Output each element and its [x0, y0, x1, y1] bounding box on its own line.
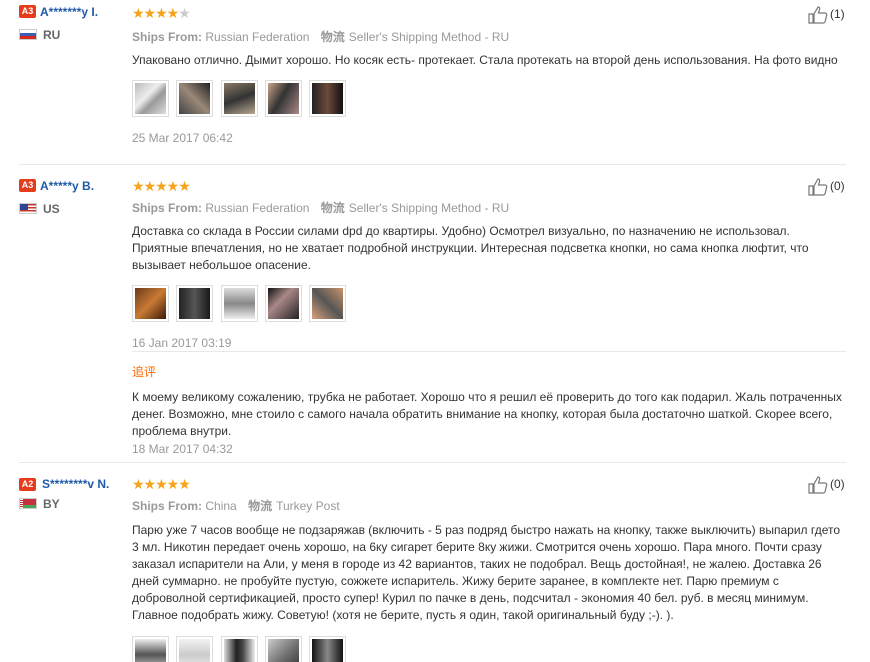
shipping-info: Ships From: Russian Federation 物流 Seller'…: [132, 28, 852, 45]
ships-from-value: China: [205, 499, 237, 513]
reviewer-info: A3 A*******y I. RU: [19, 4, 129, 42]
helpful-count: (0): [830, 179, 845, 194]
flag-us-icon: [19, 202, 37, 214]
ships-from-value: Russian Federation: [205, 201, 310, 215]
review-photo-thumbnail[interactable]: [132, 80, 169, 117]
reviewer-info: A3 A*****y B. US: [19, 178, 129, 216]
ships-from-label: Ships From:: [132, 201, 203, 215]
review-photo-thumbnail[interactable]: [132, 285, 169, 322]
helpful-button[interactable]: (0): [808, 178, 845, 196]
review-photo-thumbnail[interactable]: [309, 636, 347, 662]
reviewer-name[interactable]: A*******y I.: [40, 5, 98, 19]
appended-review-text: К моему великому сожалению, трубка не ра…: [132, 390, 842, 438]
thumbs-up-icon: [808, 178, 828, 196]
review-photo-thumbnail[interactable]: [265, 285, 303, 322]
country-code: US: [43, 201, 60, 216]
review-photo-thumbnail[interactable]: [176, 285, 214, 322]
review-body: ★★★★★ Ships From: Russian Federation 物流 S…: [132, 6, 852, 145]
review-3: A2 S********v N. BY ★★★★★ Ships From: Chi…: [0, 476, 870, 662]
reviewer-country: RU: [19, 28, 129, 42]
reviewer-name[interactable]: A*****y B.: [40, 179, 94, 193]
review-body: ★★★★★ Ships From: China 物流 Turkey Post Па…: [132, 477, 852, 662]
shipping-info: Ships From: China 物流 Turkey Post: [132, 497, 852, 514]
reviewer-info: A2 S********v N. BY: [19, 476, 129, 511]
rating-stars: ★★★★★: [132, 476, 191, 492]
review-photo-thumbnail[interactable]: [132, 636, 169, 662]
flag-ru-icon: [19, 28, 37, 40]
shipping-method-label: 物流: [248, 499, 273, 513]
shipping-method-value: Seller's Shipping Method - RU: [348, 201, 510, 215]
review-photo-thumbnail[interactable]: [265, 636, 303, 662]
appended-review-label: 追评: [132, 365, 157, 379]
review-text: Парю уже 7 часов вообще не подзаряжав (в…: [132, 523, 841, 622]
reviewer-name[interactable]: S********v N.: [42, 476, 122, 492]
rating-stars: ★★★★★: [132, 178, 191, 194]
thumbs-up-icon: [808, 6, 828, 24]
review-photo-thumbnail[interactable]: [176, 636, 214, 662]
level-badge: A3: [19, 5, 36, 19]
ships-from-label: Ships From:: [132, 30, 203, 44]
ships-from-value: Russian Federation: [205, 30, 310, 44]
shipping-method-value: Seller's Shipping Method - RU: [348, 30, 510, 44]
helpful-button[interactable]: (1): [808, 6, 845, 24]
reviewer-country: BY: [19, 497, 129, 511]
ships-from-label: Ships From:: [132, 499, 203, 513]
divider: [19, 462, 846, 463]
shipping-info: Ships From: Russian Federation 物流 Seller'…: [132, 199, 852, 216]
review-2: A3 A*****y B. US ★★★★★ Ships From: Russia…: [0, 178, 870, 458]
appended-review: 追评 К моему великому сожалению, трубка не…: [132, 359, 852, 456]
thumbs-up-icon: [808, 476, 828, 494]
country-code: RU: [43, 27, 61, 42]
divider: [19, 164, 846, 165]
subdivider: [132, 351, 846, 352]
shipping-method-label: 物流: [320, 30, 345, 44]
review-photo-thumbnail[interactable]: [220, 80, 258, 117]
review-date: 25 Mar 2017 06:42: [132, 131, 233, 145]
level-badge: A3: [19, 179, 36, 193]
review-text: Доставка со склада в России силами dpd д…: [132, 224, 809, 272]
rating-stars: ★★★★★: [132, 5, 191, 21]
review-photo-thumbnail[interactable]: [220, 636, 258, 662]
review-photos: [132, 80, 852, 119]
flag-by-icon: [19, 498, 37, 509]
review-photo-thumbnail[interactable]: [265, 80, 303, 117]
helpful-count: (0): [830, 477, 845, 492]
review-body: ★★★★★ Ships From: Russian Federation 物流 S…: [132, 179, 852, 350]
helpful-count: (1): [830, 7, 845, 22]
review-photos: [132, 285, 852, 324]
reviewer-country: US: [19, 202, 129, 216]
review-text: Упаковано отлично. Дымит хорошо. Но кося…: [132, 53, 838, 67]
review-photo-thumbnail[interactable]: [309, 80, 347, 117]
appended-review-date: 18 Mar 2017 04:32: [132, 442, 233, 456]
shipping-method-label: 物流: [320, 201, 345, 215]
helpful-button[interactable]: (0): [808, 476, 845, 494]
country-code: BY: [43, 497, 60, 511]
review-1: A3 A*******y I. RU ★★★★★ Ships From: Russ…: [0, 4, 870, 154]
review-date: 16 Jan 2017 03:19: [132, 336, 232, 350]
review-photos: [132, 636, 852, 662]
review-photo-thumbnail[interactable]: [220, 285, 258, 322]
shipping-method-value: Turkey Post: [276, 499, 340, 513]
level-badge: A2: [19, 478, 36, 492]
review-photo-thumbnail[interactable]: [309, 285, 347, 322]
review-photo-thumbnail[interactable]: [176, 80, 214, 117]
